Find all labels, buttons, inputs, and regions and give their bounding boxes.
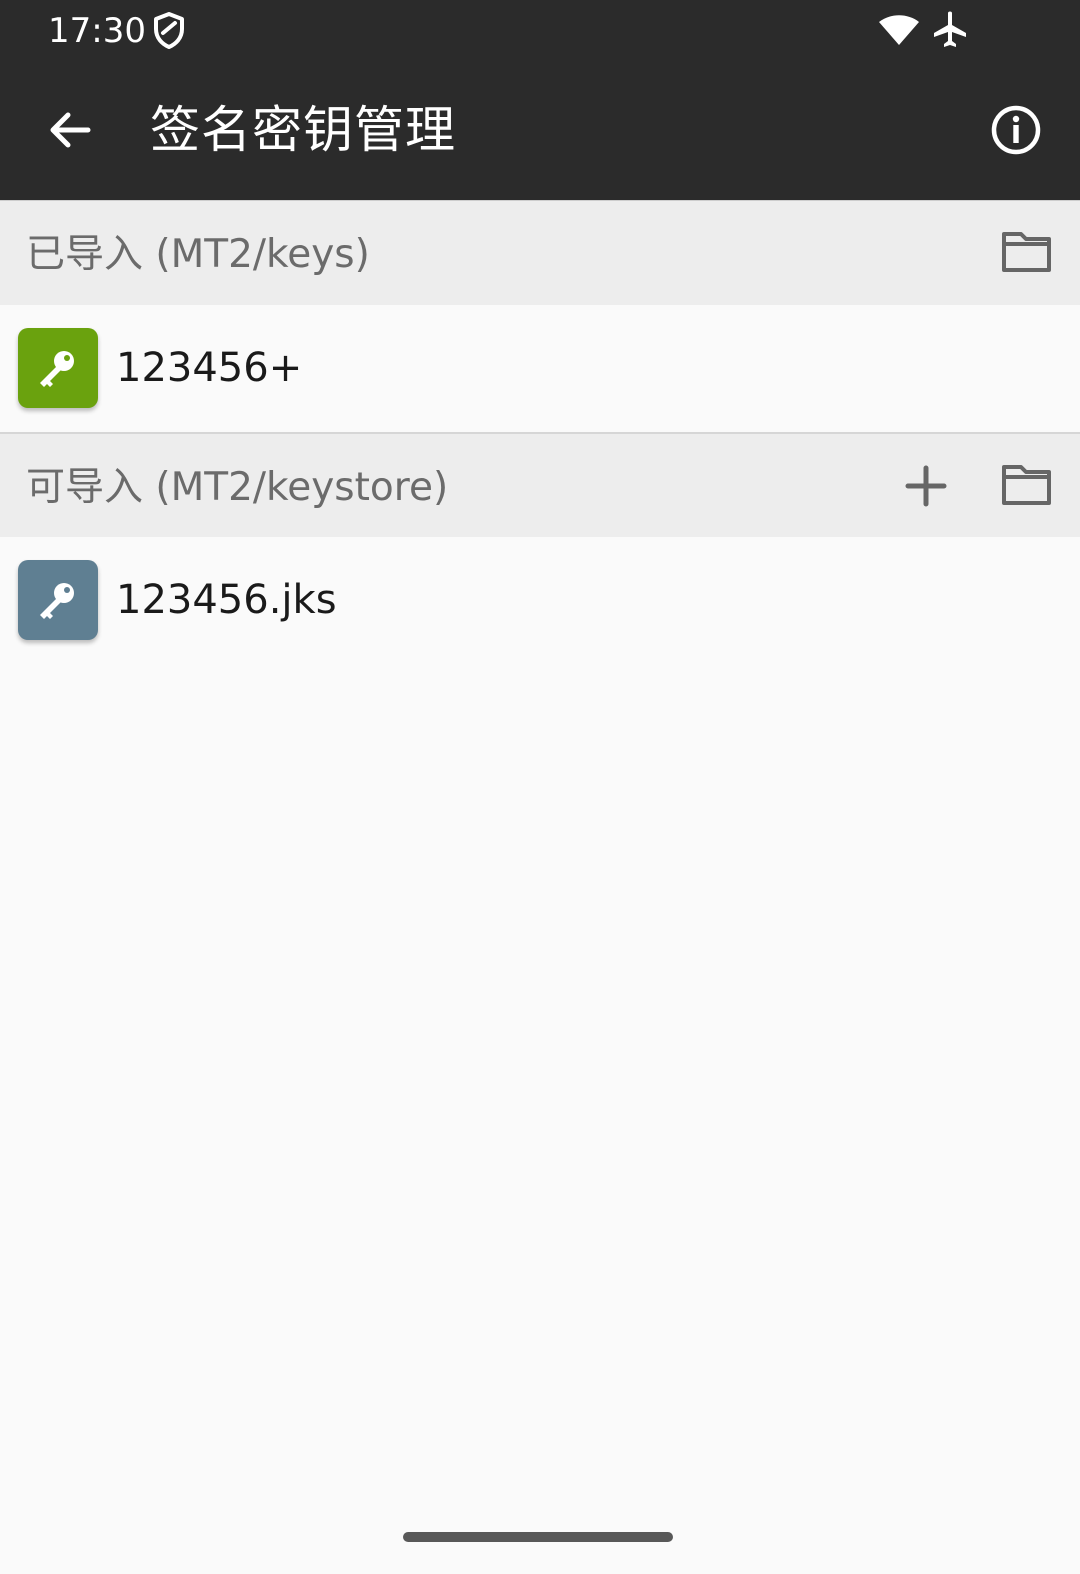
section-header-importable: 可导入 (MT2/keystore) <box>0 432 1080 540</box>
wifi-icon <box>878 12 920 46</box>
open-folder-button-importable[interactable] <box>986 446 1066 526</box>
home-indicator[interactable] <box>403 1532 673 1542</box>
section-header-imported: 已导入 (MT2/keys) <box>0 201 1080 307</box>
info-icon <box>991 105 1041 155</box>
key-tile <box>18 328 98 408</box>
back-button[interactable] <box>30 90 110 170</box>
status-time: 17:30 <box>48 11 146 51</box>
key-list-item[interactable]: 123456+ <box>0 305 1080 431</box>
info-button[interactable] <box>976 90 1056 170</box>
arrow-back-icon <box>50 112 91 148</box>
key-tile <box>18 560 98 640</box>
folder-icon <box>1002 232 1051 272</box>
key-icon <box>40 351 74 387</box>
key-icon <box>40 583 74 619</box>
open-folder-button-imported[interactable] <box>986 213 1066 293</box>
add-keystore-button[interactable] <box>886 446 966 526</box>
section-title-imported: 已导入 (MT2/keys) <box>26 232 370 277</box>
add-icon <box>905 465 947 507</box>
shield-icon <box>152 11 186 49</box>
section-title-importable: 可导入 (MT2/keystore) <box>26 465 449 510</box>
app-toolbar: 签名密钥管理 <box>0 62 1080 200</box>
page-title: 签名密钥管理 <box>150 101 456 159</box>
status-bar: 17:30 <box>0 0 1080 62</box>
keystore-name: 123456.jks <box>116 577 337 623</box>
airplane-mode-icon <box>930 10 970 50</box>
folder-icon <box>1002 465 1051 505</box>
keystore-list-item[interactable]: 123456.jks <box>0 537 1080 663</box>
key-name: 123456+ <box>116 345 303 391</box>
